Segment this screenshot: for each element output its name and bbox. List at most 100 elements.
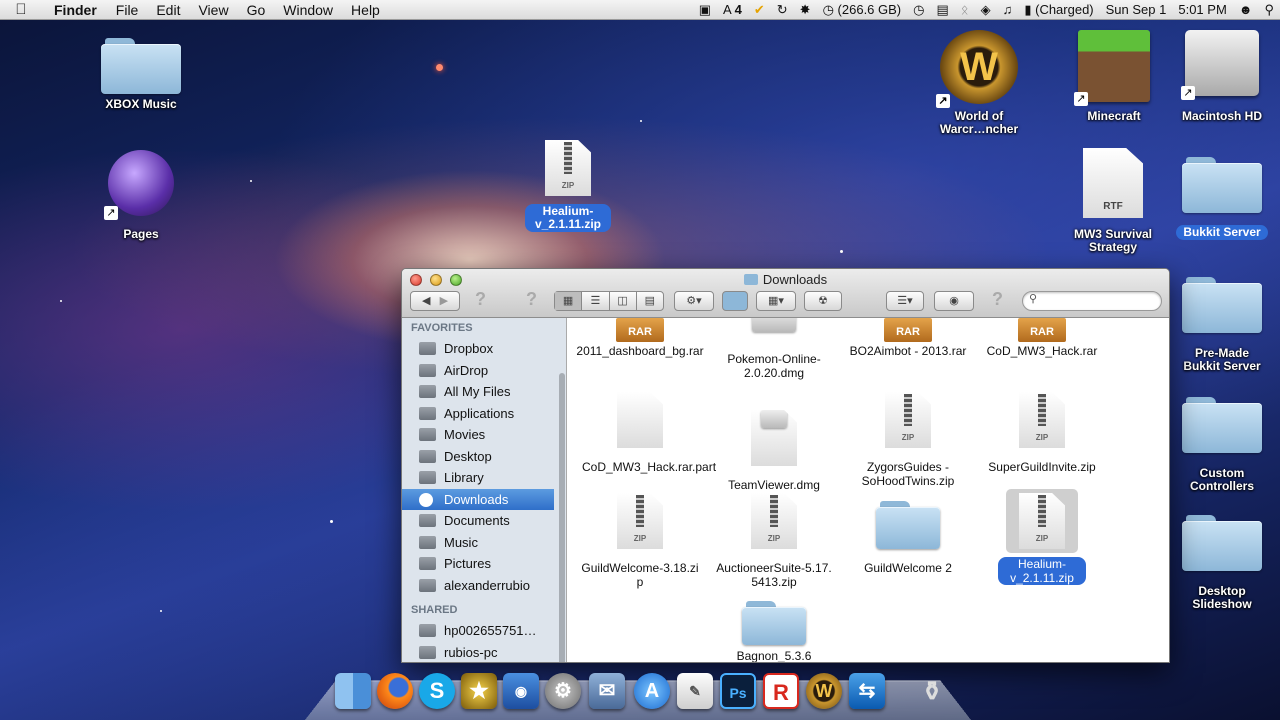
sidebar-item-library[interactable]: Library [402, 467, 554, 489]
dock-firefox-icon[interactable] [377, 673, 413, 709]
help-icon[interactable]: ? [992, 289, 1003, 310]
file-item[interactable]: ZIP GuildWelcome-3.18.zip [570, 493, 710, 589]
dock-skype-icon[interactable]: S [419, 673, 455, 709]
adobe-icon[interactable]: A 4 [717, 2, 748, 17]
bluetooth-icon[interactable]: ᛟ [955, 2, 975, 17]
zip-file-icon: ZIP [545, 140, 591, 196]
dock-preview-icon[interactable]: ◉ [503, 673, 539, 709]
file-item[interactable]: ZIP AuctioneerSuite-5.17.5413.zip [704, 493, 844, 589]
dock-photoshop-icon[interactable]: Ps [720, 673, 756, 709]
sidebar-scrollbar[interactable] [559, 373, 565, 663]
disk-space-status[interactable]: ◷ (266.6 GB) [817, 2, 908, 18]
sidebar-item-all-my-files[interactable]: All My Files [402, 381, 554, 403]
user-icon[interactable]: ☻ [1233, 2, 1259, 17]
file-item[interactable]: RAR CoD_MW3_Hack.rar [972, 318, 1112, 358]
sidebar-item-dropbox[interactable]: Dropbox [402, 338, 554, 360]
dmg-file-icon [704, 318, 844, 340]
help-icon[interactable]: ? [526, 289, 537, 310]
cover-flow-icon[interactable]: ▤ [637, 292, 663, 310]
dock-finder-icon[interactable] [335, 673, 371, 709]
dock-teamviewer-icon[interactable]: ⇆ [849, 673, 885, 709]
desktop-icon-minecraft[interactable]: ↗ Minecraft [1059, 30, 1169, 123]
time-machine-icon[interactable]: ◷ [907, 2, 930, 18]
apple-icon[interactable]:  [0, 1, 42, 18]
forward-arrow-icon[interactable]: ▶ [440, 295, 448, 307]
file-item[interactable]: TeamViewer.dmg [704, 392, 844, 492]
dock-trash-icon[interactable]: ⚱ [914, 673, 950, 709]
menu-file[interactable]: File [107, 2, 148, 18]
file-item[interactable]: CoD_MW3_Hack.rar.part [570, 392, 710, 474]
column-view-icon[interactable]: ◫ [610, 292, 637, 310]
gear-status-icon[interactable]: ✸ [794, 2, 817, 18]
sidebar-item-music[interactable]: Music [402, 532, 554, 554]
menu-go[interactable]: Go [238, 2, 275, 18]
facetime-camera-icon[interactable]: ▣ [693, 2, 717, 18]
desktop-icon-world-of-warcraft[interactable]: W ↗ World of Warcr…ncher [924, 30, 1034, 136]
file-item[interactable]: RAR 2011_dashboard_bg.rar [570, 318, 710, 358]
arrange-icon[interactable]: ▦▾ [756, 291, 796, 311]
menu-app-name[interactable]: Finder [42, 2, 107, 18]
sync-icon[interactable]: ↻ [771, 2, 794, 18]
menu-view[interactable]: View [189, 2, 237, 18]
list-options-icon[interactable]: ☰▾ [886, 291, 924, 311]
dock-imovie-icon[interactable]: ★ [461, 673, 497, 709]
battery-status[interactable]: ▮ (Charged) [1018, 2, 1099, 18]
back-arrow-icon[interactable]: ◀ [422, 295, 430, 307]
dock-roblox-icon[interactable]: R [763, 673, 799, 709]
back-forward-buttons[interactable]: ◀ ▶ [410, 291, 460, 311]
dock-mail-icon[interactable]: ✉ [589, 673, 625, 709]
desktop-icon-custom-controllers[interactable]: Custom Controllers [1167, 395, 1277, 493]
desktop-icon-desktop-slideshow[interactable]: Desktop Slideshow [1167, 513, 1277, 611]
help-icon[interactable]: ? [475, 289, 486, 310]
quick-look-icon[interactable]: ◉ [934, 291, 974, 311]
menu-edit[interactable]: Edit [147, 2, 189, 18]
file-item[interactable]: ZIP SuperGuildInvite.zip [972, 392, 1112, 474]
file-item[interactable]: Pokemon-Online-2.0.20.dmg [704, 318, 844, 380]
desktop-icon-macintosh-hd[interactable]: ↗ Macintosh HD [1167, 30, 1277, 123]
sidebar-item-airdrop[interactable]: AirDrop [402, 360, 554, 382]
menu-window[interactable]: Window [274, 2, 342, 18]
dock-world-of-warcraft-icon[interactable]: W [806, 673, 842, 709]
desktop-icon-healium-zip[interactable]: ZIP Healium-v_2.1.11.zip [513, 140, 623, 232]
desktop-icon-pages[interactable]: ↗ Pages [86, 150, 196, 241]
desktop-icon-xbox-music[interactable]: XBOX Music [86, 36, 196, 111]
sidebar-item-downloads[interactable]: Downloads [402, 489, 554, 511]
desktop-icon-bukkit-server[interactable]: Bukkit Server [1167, 155, 1277, 240]
list-view-icon[interactable]: ☰ [582, 292, 609, 310]
sidebar-item-applications[interactable]: Applications [402, 403, 554, 425]
file-item[interactable]: ZIP ZygorsGuides - SoHoodTwins.zip [838, 392, 978, 488]
menu-help[interactable]: Help [342, 2, 389, 18]
burn-icon[interactable]: ☢ [804, 291, 842, 311]
sidebar-item-shared-hp[interactable]: hp002655751… [402, 620, 554, 642]
sidebar-item-movies[interactable]: Movies [402, 424, 554, 446]
action-gear-icon[interactable]: ⚙▾ [674, 291, 714, 311]
spotlight-icon[interactable]: ⚲ [1258, 2, 1280, 18]
dock-textedit-icon[interactable]: ✎ [677, 673, 713, 709]
sidebar-item-shared-rubios-pc[interactable]: rubios-pc [402, 642, 554, 664]
new-folder-icon[interactable] [722, 291, 748, 311]
file-item-selected[interactable]: ZIP Healium-v_2.1.11.zip [972, 489, 1112, 585]
icon-view-icon[interactable]: ▦ [555, 292, 582, 310]
file-item[interactable]: Bagnon_5.3.6 [704, 599, 844, 663]
time-text[interactable]: 5:01 PM [1172, 2, 1232, 17]
volume-icon[interactable]: ♫ [997, 2, 1019, 17]
computer-icon [419, 646, 436, 659]
checkmark-icon[interactable]: ✔ [748, 2, 771, 18]
search-input[interactable]: ⚲ [1022, 291, 1162, 311]
sidebar-item-documents[interactable]: Documents [402, 510, 554, 532]
wifi-icon[interactable]: ◈ [975, 2, 997, 18]
dock-app-store-icon[interactable]: A [634, 673, 670, 709]
desktop-icon-premade-bukkit[interactable]: Pre-Made Bukkit Server [1167, 275, 1277, 373]
sidebar-item-desktop[interactable]: Desktop [402, 446, 554, 468]
display-icon[interactable]: ▤ [930, 2, 954, 18]
desktop-icon-mw3-strategy[interactable]: RTF MW3 Survival Strategy [1058, 148, 1168, 254]
date-text[interactable]: Sun Sep 1 [1100, 2, 1173, 17]
sidebar-header-shared: SHARED [402, 600, 566, 620]
file-item[interactable]: GuildWelcome 2 [838, 493, 978, 575]
title-bar[interactable]: Downloads ◀ ▶ ? ? ▦ ☰ ◫ ▤ ⚙▾ ▦▾ ☢ ☰▾ ◉ ?… [402, 269, 1169, 318]
desktop-icon-label: MW3 Survival Strategy [1058, 228, 1168, 254]
dock-system-preferences-icon[interactable]: ⚙ [545, 673, 581, 709]
sidebar-item-pictures[interactable]: Pictures [402, 553, 554, 575]
file-item[interactable]: RAR BO2Aimbot - 2013.rar [838, 318, 978, 358]
sidebar-item-home[interactable]: alexanderrubio [402, 575, 554, 597]
